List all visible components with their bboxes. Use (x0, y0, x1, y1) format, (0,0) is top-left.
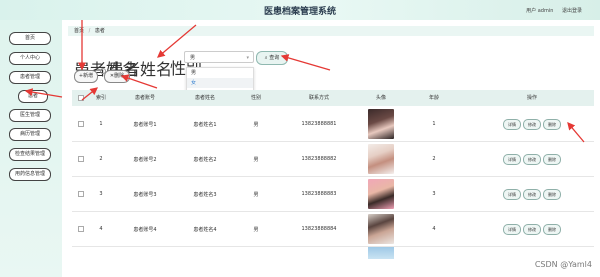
breadcrumb-home[interactable]: 首页 (74, 28, 84, 34)
row-checkbox[interactable] (76, 142, 86, 176)
delete-button[interactable]: 删除 (543, 223, 561, 235)
dropdown-option-female[interactable]: 女 (187, 78, 253, 88)
gender-select-value: 男 (190, 55, 196, 61)
row-name: 患者姓名2 (193, 156, 217, 163)
avatar-image (368, 179, 394, 209)
avatar-image (368, 109, 394, 139)
row-ops: 详情 修改 删除 (492, 177, 572, 211)
sidebar-item-profile[interactable]: 个人中心 (9, 52, 51, 65)
row-index: 3 (99, 191, 103, 197)
row-age: 4 (432, 226, 436, 232)
row-ops: 详情 修改 删除 (492, 212, 572, 246)
row-ops: 详情 修改 删除 (492, 107, 572, 141)
row-phone: 13823888882 (301, 156, 337, 162)
sidebar-subitem-patient[interactable]: 患者 (18, 90, 48, 103)
col-index[interactable]: 索引 (90, 90, 112, 106)
edit-button[interactable]: 修改 (523, 153, 541, 165)
table-row: 2 患者账号2 患者姓名2 男 13823888882 2 详情 修改 删除 (72, 142, 594, 177)
row-age: 3 (432, 191, 436, 197)
avatar-image (368, 214, 394, 244)
edit-button[interactable]: 修改 (523, 118, 541, 130)
breadcrumb: 首页 / 患者 (68, 26, 594, 36)
sidebar-item-patient-management[interactable]: 患者管理 (9, 71, 51, 84)
delete-button[interactable]: 删除 (543, 118, 561, 130)
sidebar: 首页 个人中心 患者管理 患者 医生管理 病历管理 检查结果管理 用药信息管理 (0, 20, 62, 277)
row-checkbox[interactable] (76, 177, 86, 211)
row-name: 患者姓名4 (193, 226, 217, 233)
row-avatar (366, 142, 396, 176)
row-checkbox[interactable] (76, 212, 86, 246)
col-avatar[interactable]: 头像 (366, 90, 396, 106)
user-area: 用户 admin 退出登录 (519, 7, 582, 14)
row-age: 1 (432, 121, 436, 127)
row-phone: 13823888881 (301, 121, 337, 127)
row-avatar (366, 107, 396, 141)
breadcrumb-current: 患者 (94, 28, 105, 34)
row-gender: 男 (253, 156, 259, 163)
col-phone[interactable]: 联系方式 (294, 90, 344, 106)
row-name: 患者姓名3 (193, 191, 217, 198)
row-age: 2 (432, 156, 436, 162)
row-name: 患者姓名1 (193, 121, 217, 128)
detail-button[interactable]: 详情 (503, 223, 521, 235)
sidebar-item-medication-management[interactable]: 用药信息管理 (9, 168, 51, 181)
dropdown-option-male[interactable]: 男 (187, 68, 253, 78)
app-title: 医患档案管理系统 (263, 7, 336, 17)
col-name[interactable]: 患者姓名 (182, 90, 228, 106)
top-bar: 医患档案管理系统 用户 admin 退出登录 (0, 0, 600, 20)
detail-button[interactable]: 详情 (503, 188, 521, 200)
row-phone: 13823888883 (301, 191, 337, 197)
avatar-image (368, 247, 394, 259)
detail-button[interactable]: 详情 (503, 153, 521, 165)
col-gender[interactable]: 性别 (244, 90, 268, 106)
row-index: 4 (99, 226, 103, 232)
row-checkbox[interactable] (76, 107, 86, 141)
table-row: 3 患者账号3 患者姓名3 男 13823888883 3 详情 修改 删除 (72, 177, 594, 212)
logout-link[interactable]: 退出登录 (562, 8, 582, 14)
row-account: 患者账号4 (133, 226, 157, 233)
search-icon: ⌕ (264, 55, 268, 61)
sidebar-item-exam-management[interactable]: 检查结果管理 (9, 148, 51, 161)
col-account[interactable]: 患者账号 (122, 90, 168, 106)
table-header: 索引 患者账号 患者姓名 性别 联系方式 头像 年龄 操作 (72, 90, 594, 106)
gender-select[interactable]: 男 ▾ (184, 51, 254, 63)
header-checkbox[interactable] (76, 90, 86, 106)
row-avatar (366, 247, 396, 259)
sidebar-item-doctor-management[interactable]: 医生管理 (9, 109, 51, 122)
main-content: 首页 / 患者 患者姓名 患者姓名 性别 男 ▾ ⌕ 查询 男 女 +新增 ✕删… (62, 20, 600, 277)
row-index: 1 (99, 121, 103, 127)
row-gender: 男 (253, 121, 259, 128)
col-age[interactable]: 年龄 (422, 90, 446, 106)
row-account: 患者账号3 (133, 191, 157, 198)
delete-button[interactable]: 删除 (543, 188, 561, 200)
table-row: 4 患者账号4 患者姓名4 男 13823888884 4 详情 修改 删除 (72, 212, 594, 247)
chevron-down-icon: ▾ (246, 55, 249, 61)
detail-button[interactable]: 详情 (503, 118, 521, 130)
row-account: 患者账号1 (133, 121, 157, 128)
avatar-image (368, 144, 394, 174)
sidebar-item-home[interactable]: 首页 (9, 32, 51, 45)
edit-button[interactable]: 修改 (523, 223, 541, 235)
row-index: 2 (99, 156, 103, 162)
table-row: 1 患者账号1 患者姓名1 男 13823888881 1 详情 修改 删除 (72, 107, 594, 142)
user-label: 用户 admin (526, 8, 554, 14)
delete-button[interactable]: 删除 (543, 153, 561, 165)
row-ops: 详情 修改 删除 (492, 142, 572, 176)
row-phone: 13823888884 (301, 226, 337, 232)
row-gender: 男 (253, 191, 259, 198)
sidebar-item-record-management[interactable]: 病历管理 (9, 128, 51, 141)
col-ops: 操作 (526, 95, 537, 101)
row-avatar (366, 177, 396, 211)
row-gender: 男 (253, 226, 259, 233)
watermark: CSDN @Yaml4 (534, 260, 592, 269)
query-button[interactable]: ⌕ 查询 (256, 51, 288, 65)
batch-delete-button[interactable]: ✕删除 (104, 70, 130, 83)
add-button[interactable]: +新增 (74, 70, 98, 83)
row-avatar (366, 212, 396, 246)
row-account: 患者账号2 (133, 156, 157, 163)
edit-button[interactable]: 修改 (523, 188, 541, 200)
